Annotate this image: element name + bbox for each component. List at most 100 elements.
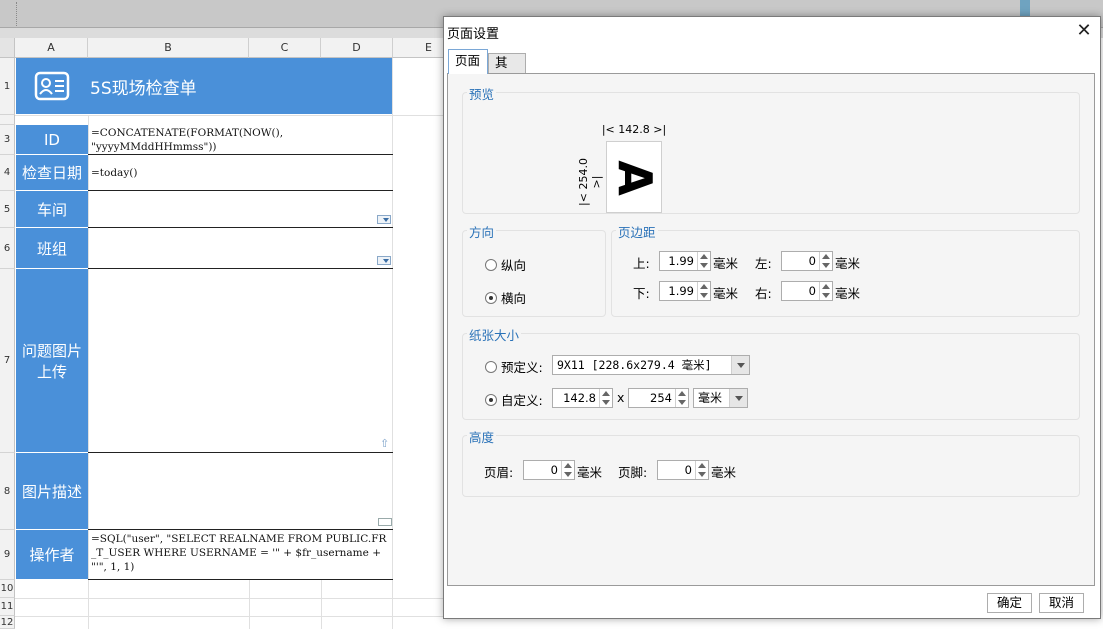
tab-page[interactable]: 页面 — [448, 49, 488, 74]
spinner-arrows-icon[interactable] — [819, 252, 832, 270]
workshop-dropdown-icon[interactable] — [377, 215, 391, 224]
row-header-6[interactable]: 6 — [0, 228, 15, 269]
predefined-paper-value: 9X11 [228.6x279.4 毫米] — [557, 358, 712, 372]
dialog-title: 页面设置 — [447, 27, 500, 42]
custom-height-spinner[interactable]: 254 — [628, 388, 689, 408]
custom-label: 自定义: — [501, 393, 543, 408]
margin-bottom-label: 下: — [633, 286, 650, 301]
margin-top-value: 1.99 — [668, 254, 694, 268]
footer-label: 页脚: — [618, 465, 648, 480]
tab-other[interactable]: 其他 — [488, 53, 526, 88]
cell-photo-upload[interactable]: ⇧ — [88, 269, 393, 453]
column-header-c[interactable]: C — [249, 38, 321, 58]
times-sign: x — [617, 390, 625, 405]
select-all-corner[interactable] — [0, 38, 15, 58]
team-dropdown-icon[interactable] — [377, 256, 391, 265]
margins-group-title: 页边距 — [616, 222, 658, 241]
custom-height-value: 254 — [650, 391, 672, 405]
page-setup-dialog: 页面设置 ✕ 页面 其他 预览 |< 142.8 >| |< 254.0 >| … — [443, 16, 1101, 619]
label-team: 班组 — [16, 228, 88, 269]
header-label: 页眉: — [484, 465, 514, 480]
cancel-button[interactable]: 取消 — [1039, 593, 1084, 613]
header-height-spinner[interactable]: 0 — [523, 460, 575, 480]
row-header-3[interactable]: 3 — [0, 125, 15, 155]
preview-height-value: 254.0 — [577, 158, 590, 190]
paper-unit-select[interactable]: 毫米 — [693, 388, 748, 408]
cell-team[interactable] — [88, 228, 393, 269]
row-header-7[interactable]: 7 — [0, 269, 15, 453]
footer-height-spinner[interactable]: 0 — [657, 460, 709, 480]
predefined-paper-select[interactable]: 9X11 [228.6x279.4 毫米] — [552, 355, 750, 375]
column-header-a[interactable]: A — [15, 38, 88, 58]
landscape-radio[interactable] — [485, 291, 497, 304]
margin-left-label: 左: — [755, 256, 772, 271]
tab-panel-page: 预览 |< 142.8 >| |< 254.0 >| A 方向 纵向 横向 页边… — [447, 73, 1095, 586]
preview-width-label: |< 142.8 >| — [601, 123, 667, 136]
dialog-titlebar[interactable]: 页面设置 ✕ — [444, 17, 1100, 45]
row-header-1[interactable]: 1 — [0, 58, 15, 115]
margin-bottom-value: 1.99 — [668, 284, 694, 298]
predefined-label: 预定义: — [501, 360, 543, 375]
toolbar-grip[interactable] — [16, 2, 18, 26]
label-photo-description: 图片描述 — [16, 453, 88, 530]
margin-left-spinner[interactable]: 0 — [781, 251, 833, 271]
spinner-arrows-icon[interactable] — [675, 389, 688, 407]
cell-operator-formula[interactable]: =SQL("user", "SELECT REALNAME FROM PUBLI… — [88, 530, 393, 580]
margin-top-spinner[interactable]: 1.99 — [659, 251, 711, 271]
row-header-9[interactable]: 9 — [0, 530, 15, 580]
custom-width-value: 142.8 — [563, 391, 596, 405]
cell-photo-description[interactable] — [88, 453, 393, 530]
portrait-radio-row[interactable]: 纵向 — [485, 255, 526, 274]
portrait-radio[interactable] — [485, 258, 497, 271]
row-header-8[interactable]: 8 — [0, 453, 15, 530]
orientation-group: 方向 纵向 横向 — [462, 222, 606, 317]
portrait-label: 纵向 — [501, 258, 527, 273]
spinner-arrows-icon[interactable] — [819, 282, 832, 300]
preview-glyph: A — [608, 160, 662, 196]
row-header-11[interactable]: 11 — [0, 598, 15, 616]
spinner-arrows-icon[interactable] — [697, 282, 710, 300]
landscape-radio-row[interactable]: 横向 — [485, 288, 526, 307]
cell-id-formula[interactable]: =CONCATENATE(FORMAT(NOW(), "yyyyMMddHHmm… — [88, 125, 393, 155]
footer-height-value: 0 — [684, 463, 692, 477]
spinner-arrows-icon[interactable] — [697, 252, 710, 270]
textarea-icon[interactable] — [378, 518, 392, 526]
custom-width-spinner[interactable]: 142.8 — [552, 388, 613, 408]
preview-group: 预览 |< 142.8 >| |< 254.0 >| A — [462, 84, 1080, 214]
margin-right-value: 0 — [808, 284, 816, 298]
paper-unit-value: 毫米 — [698, 391, 723, 405]
cell-workshop[interactable] — [88, 191, 393, 228]
margin-right-label: 右: — [755, 286, 772, 301]
chevron-down-icon[interactable] — [729, 389, 747, 407]
label-check-date: 检查日期 — [16, 155, 88, 191]
height-group: 高度 页眉: 0 毫米 页脚: 0 毫米 — [462, 427, 1080, 497]
margin-left-unit: 毫米 — [835, 256, 861, 271]
margin-top-unit: 毫米 — [713, 256, 739, 271]
spinner-arrows-icon[interactable] — [599, 389, 612, 407]
predefined-radio[interactable] — [485, 360, 497, 373]
predefined-radio-row[interactable]: 预定义: — [485, 357, 543, 376]
row-header-2[interactable] — [0, 115, 15, 125]
column-header-b[interactable]: B — [88, 38, 249, 58]
gridline — [15, 616, 445, 617]
cell-date-formula[interactable]: =today() — [88, 155, 393, 191]
column-header-d[interactable]: D — [321, 38, 393, 58]
preview-group-title: 预览 — [467, 84, 497, 103]
spinner-arrows-icon[interactable] — [695, 461, 708, 479]
row-header-4[interactable]: 4 — [0, 155, 15, 191]
row-header-12[interactable]: 12 — [0, 616, 15, 629]
margin-right-spinner[interactable]: 0 — [781, 281, 833, 301]
upload-icon[interactable]: ⇧ — [380, 438, 390, 450]
margin-bottom-spinner[interactable]: 1.99 — [659, 281, 711, 301]
custom-radio[interactable] — [485, 393, 497, 406]
paper-size-group: 纸张大小 预定义: 9X11 [228.6x279.4 毫米] 自定义: 142… — [462, 325, 1080, 420]
spinner-arrows-icon[interactable] — [561, 461, 574, 479]
ok-button[interactable]: 确定 — [987, 593, 1032, 613]
chevron-down-icon[interactable] — [731, 356, 749, 374]
margin-bottom-unit: 毫米 — [713, 286, 739, 301]
row-header-5[interactable]: 5 — [0, 191, 15, 228]
form-logo-cell — [16, 58, 88, 115]
custom-radio-row[interactable]: 自定义: — [485, 390, 543, 409]
row-header-10[interactable]: 10 — [0, 580, 15, 598]
close-button[interactable]: ✕ — [1072, 19, 1096, 43]
